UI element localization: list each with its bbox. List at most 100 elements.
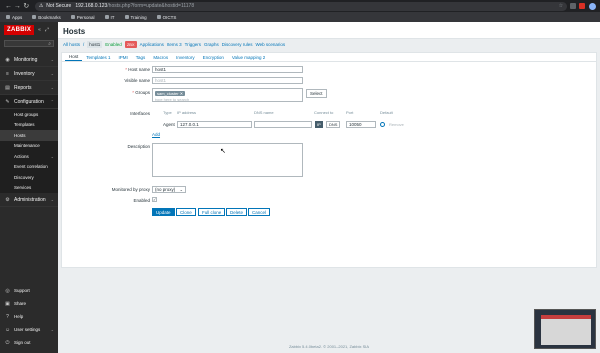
clone-button[interactable]: Clone [176, 208, 196, 216]
collapse-icon[interactable]: « [38, 27, 41, 33]
tab-macros[interactable]: Macros [149, 54, 172, 61]
port-input[interactable]: 10050 [346, 121, 376, 128]
address-bar[interactable]: ⚠ Not Secure 192.168.0.123 /hosts.php?fo… [34, 1, 568, 11]
screen-preview-thumbnail[interactable] [534, 309, 596, 349]
extension-icon[interactable] [579, 3, 586, 9]
tab-inventory[interactable]: Inventory [172, 54, 199, 61]
zbx-availability-badge: ZBX [124, 41, 137, 48]
profile-avatar[interactable] [589, 2, 596, 10]
crumb-items[interactable]: Items 3 [167, 42, 182, 47]
sidebar-item-actions[interactable]: Actions ⌄ [0, 151, 58, 162]
host-form: * Host name host1 Visible name host1 * G… [62, 62, 596, 268]
crumb-all-hosts[interactable]: All hosts [63, 42, 80, 47]
chevron-down-icon: ⌄ [50, 153, 54, 159]
security-label: Not Secure [46, 3, 72, 9]
bookmark-apps[interactable]: Apps [6, 15, 22, 20]
proxy-label: Monitored by proxy [111, 187, 150, 192]
menu-reports[interactable]: ▤ Reports ⌄ [0, 81, 58, 95]
folder-icon [70, 15, 75, 19]
chevron-down-icon: ⌄ [179, 187, 183, 192]
crumb-web-scenarios[interactable]: Web scenarios [256, 42, 286, 47]
default-interface-radio[interactable] [380, 122, 385, 127]
add-interface-link[interactable]: Add [152, 132, 160, 137]
sidebar-sign-out[interactable]: ⏻ Sign out [0, 336, 58, 349]
host-name-input[interactable]: host1 [152, 66, 303, 73]
close-icon[interactable]: ✕ [180, 91, 183, 96]
sidebar-item-discovery[interactable]: Discovery [0, 172, 58, 183]
sidebar-support[interactable]: ◎ Support [0, 284, 58, 297]
support-icon: ◎ [5, 287, 10, 294]
share-icon: ▣ [5, 300, 10, 307]
star-icon[interactable]: ☆ [559, 3, 563, 9]
delete-button[interactable]: Delete [226, 208, 248, 216]
sidebar-user-settings[interactable]: ☺ User settings ⌄ [0, 323, 58, 336]
sidebar-item-event-correlation[interactable]: Event correlation [0, 162, 58, 173]
connect-dns-button[interactable]: DNS [326, 121, 341, 128]
tab-templates[interactable]: Templates 1 [82, 54, 114, 61]
enabled-checkbox[interactable]: ✓ [152, 197, 157, 202]
sidebar-item-host-groups[interactable]: Host groups [0, 109, 58, 120]
visible-name-input[interactable]: host1 [152, 77, 303, 84]
expand-icon[interactable]: ⤢ [45, 27, 49, 33]
bookmark-it[interactable]: IT [104, 15, 115, 20]
proxy-select[interactable]: (no proxy) ⌄ [152, 186, 186, 193]
col-connect-to: Connect to [314, 110, 334, 115]
col-port: Port [346, 110, 354, 115]
tab-value-mapping[interactable]: Value mapping 2 [228, 54, 269, 61]
crumb-applications[interactable]: Applications [140, 42, 164, 47]
crumb-current-host: host1 [87, 41, 103, 48]
back-icon[interactable]: ← [4, 3, 13, 10]
bookmark-personal[interactable]: Personal [70, 15, 95, 20]
select-groups-button[interactable]: Select [306, 89, 327, 98]
interface-type-agent: Agent [163, 122, 175, 127]
help-icon: ? [6, 313, 9, 320]
menu-monitoring[interactable]: ◉ Monitoring ⌄ [0, 53, 58, 67]
crumb-triggers[interactable]: Triggers [185, 42, 201, 47]
user-icon: ☺ [4, 326, 11, 333]
main-content: Hosts All hosts / host1 Enabled ZBX Appl… [58, 22, 600, 353]
remove-interface-link[interactable]: Remove [389, 122, 404, 127]
gear-icon: ⚙ [5, 196, 10, 203]
full-clone-button[interactable]: Full clone [198, 208, 226, 216]
tab-encryption[interactable]: Encryption [199, 54, 228, 61]
cancel-button[interactable]: Cancel [248, 208, 271, 216]
menu-configuration[interactable]: ✎ Configuration ⌃ [0, 95, 58, 109]
warning-icon: ⚠ [38, 3, 44, 9]
apps-icon [6, 15, 10, 19]
menu-administration[interactable]: ⚙ Administration ⌄ [0, 193, 58, 207]
dns-name-input[interactable] [254, 121, 312, 128]
crumb-graphs[interactable]: Graphs [204, 42, 219, 47]
sidebar-help[interactable]: ? Help [0, 310, 58, 323]
tab-host[interactable]: Host [65, 53, 83, 61]
tab-tags[interactable]: Tags [132, 54, 150, 61]
sidebar-item-templates[interactable]: Templates [0, 120, 58, 131]
menu-inventory[interactable]: ≡ Inventory ⌄ [0, 67, 58, 81]
extension-icon[interactable] [570, 3, 577, 9]
bookmark-training[interactable]: Training [124, 15, 147, 20]
visible-name-label: Visible name [124, 78, 150, 83]
description-textarea[interactable] [152, 143, 303, 177]
tab-ipmi[interactable]: IPMI [115, 54, 132, 61]
ip-address-input[interactable]: 127.0.0.1 [177, 121, 252, 128]
forward-icon[interactable]: → [13, 3, 22, 10]
breadcrumb: All hosts / host1 Enabled ZBX Applicatio… [58, 39, 600, 50]
bookmark-oicts[interactable]: OICTS [156, 15, 176, 20]
list-icon: ≡ [6, 70, 9, 77]
search-icon: ⌕ [48, 41, 51, 47]
zabbix-logo[interactable]: ZABBIX [4, 25, 35, 35]
connect-ip-button[interactable]: IP [315, 121, 323, 128]
sidebar-share[interactable]: ▣ Share [0, 297, 58, 310]
update-button[interactable]: Update [152, 208, 175, 216]
sidebar-item-maintenance[interactable]: Maintenance [0, 141, 58, 152]
sidebar-item-services[interactable]: Services [0, 183, 58, 194]
groups-multiselect[interactable]: sam_cluster ✕ type here to search [152, 88, 303, 102]
reload-icon[interactable]: ↻ [22, 2, 31, 10]
sidebar-search-input[interactable]: ⌕ [4, 40, 54, 47]
form-tabs: Host Templates 1 IPMI Tags Macros Invent… [62, 53, 596, 62]
crumb-discovery-rules[interactable]: Discovery rules [222, 42, 253, 47]
sidebar-item-hosts[interactable]: Hosts [0, 130, 58, 141]
chevron-down-icon: ⌄ [50, 85, 54, 90]
group-chip[interactable]: sam_cluster ✕ [155, 91, 186, 96]
status-enabled: Enabled [105, 42, 122, 47]
bookmark-bookmarks[interactable]: Bookmarks [32, 15, 61, 20]
